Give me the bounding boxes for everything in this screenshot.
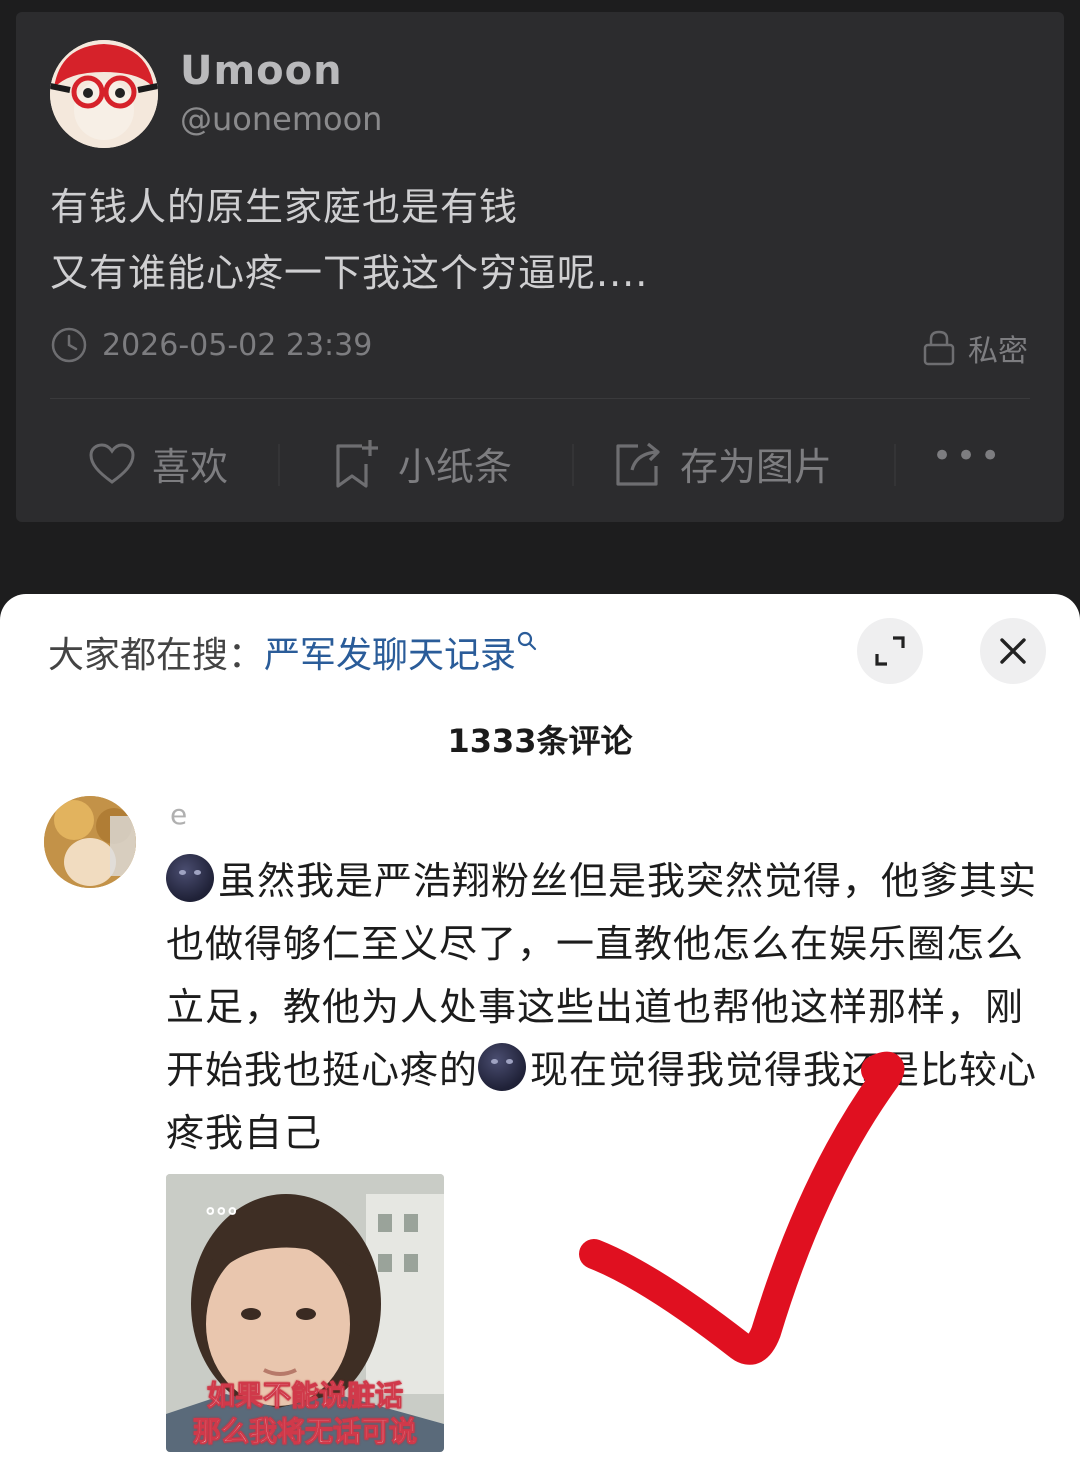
post-card: Umoon @uonemoon 有钱人的原生家庭也是有钱 又有谁能心疼一下我这个… (16, 12, 1064, 522)
image-caption-line: 如果不能说脏话 (206, 1379, 403, 1413)
lock-icon (923, 330, 955, 366)
share-icon (616, 442, 660, 486)
trending-search-label: 大家都在搜： (48, 635, 265, 676)
moon-emoji-icon (478, 1043, 527, 1091)
expand-button[interactable] (857, 618, 923, 684)
note-add-icon (336, 439, 378, 488)
image-caption-line: 那么我将无话可说 (192, 1415, 417, 1449)
close-icon (1000, 638, 1026, 664)
post-action-bar: 喜欢 小纸条 存为图片 ••• (16, 426, 1064, 500)
trending-search-link[interactable]: 严军发聊天记录 (264, 626, 516, 678)
search-icon (517, 631, 537, 651)
action-separator (894, 444, 896, 486)
close-button[interactable] (980, 618, 1046, 684)
save-image-label: 存为图片 (680, 445, 833, 489)
heart-icon (89, 442, 135, 484)
author-avatar[interactable] (50, 40, 158, 148)
privacy-status: 私密 (922, 326, 1028, 370)
privacy-label: 私密 (968, 334, 1028, 369)
trending-search: 大家都在搜： 严军发聊天记录 (48, 626, 538, 678)
avatar-illustration (44, 796, 136, 888)
more-icon: ••• (932, 436, 1005, 476)
like-button[interactable]: 喜欢 (88, 436, 228, 491)
checkmark-annotation (579, 1051, 904, 1365)
author-handle: @uonemoon (180, 100, 383, 138)
clock-icon (51, 327, 87, 363)
note-button[interactable]: 小纸条 (332, 436, 512, 491)
divider (50, 398, 1030, 399)
timestamp-text: 2026-05-02 23:39 (102, 327, 373, 363)
post-text: 有钱人的原生家庭也是有钱 又有谁能心疼一下我这个穷逼呢.... (50, 174, 648, 306)
comment-image[interactable]: 。。。 如果不能说脏话 那么我将无话可说 (166, 1174, 444, 1452)
save-image-button[interactable]: 存为图片 (614, 436, 832, 491)
commenter-avatar[interactable] (44, 796, 136, 888)
post-text-line: 又有谁能心疼一下我这个穷逼呢.... (50, 251, 649, 295)
author-name[interactable]: Umoon (180, 48, 343, 94)
avatar-illustration (50, 40, 158, 148)
expand-icon (875, 636, 905, 666)
moon-emoji-icon (166, 854, 214, 902)
commenter-name[interactable]: e (170, 798, 187, 831)
note-label: 小纸条 (398, 445, 513, 489)
post-text-line: 有钱人的原生家庭也是有钱 (50, 185, 519, 229)
action-separator (278, 444, 280, 486)
post-timestamp: 2026-05-02 23:39 (50, 326, 372, 364)
like-label: 喜欢 (152, 445, 229, 489)
action-separator (572, 444, 574, 486)
comment-count: 1333条评论 (447, 722, 633, 760)
image-dots: 。。。 (206, 1194, 251, 1219)
more-button[interactable]: ••• (932, 436, 1004, 476)
